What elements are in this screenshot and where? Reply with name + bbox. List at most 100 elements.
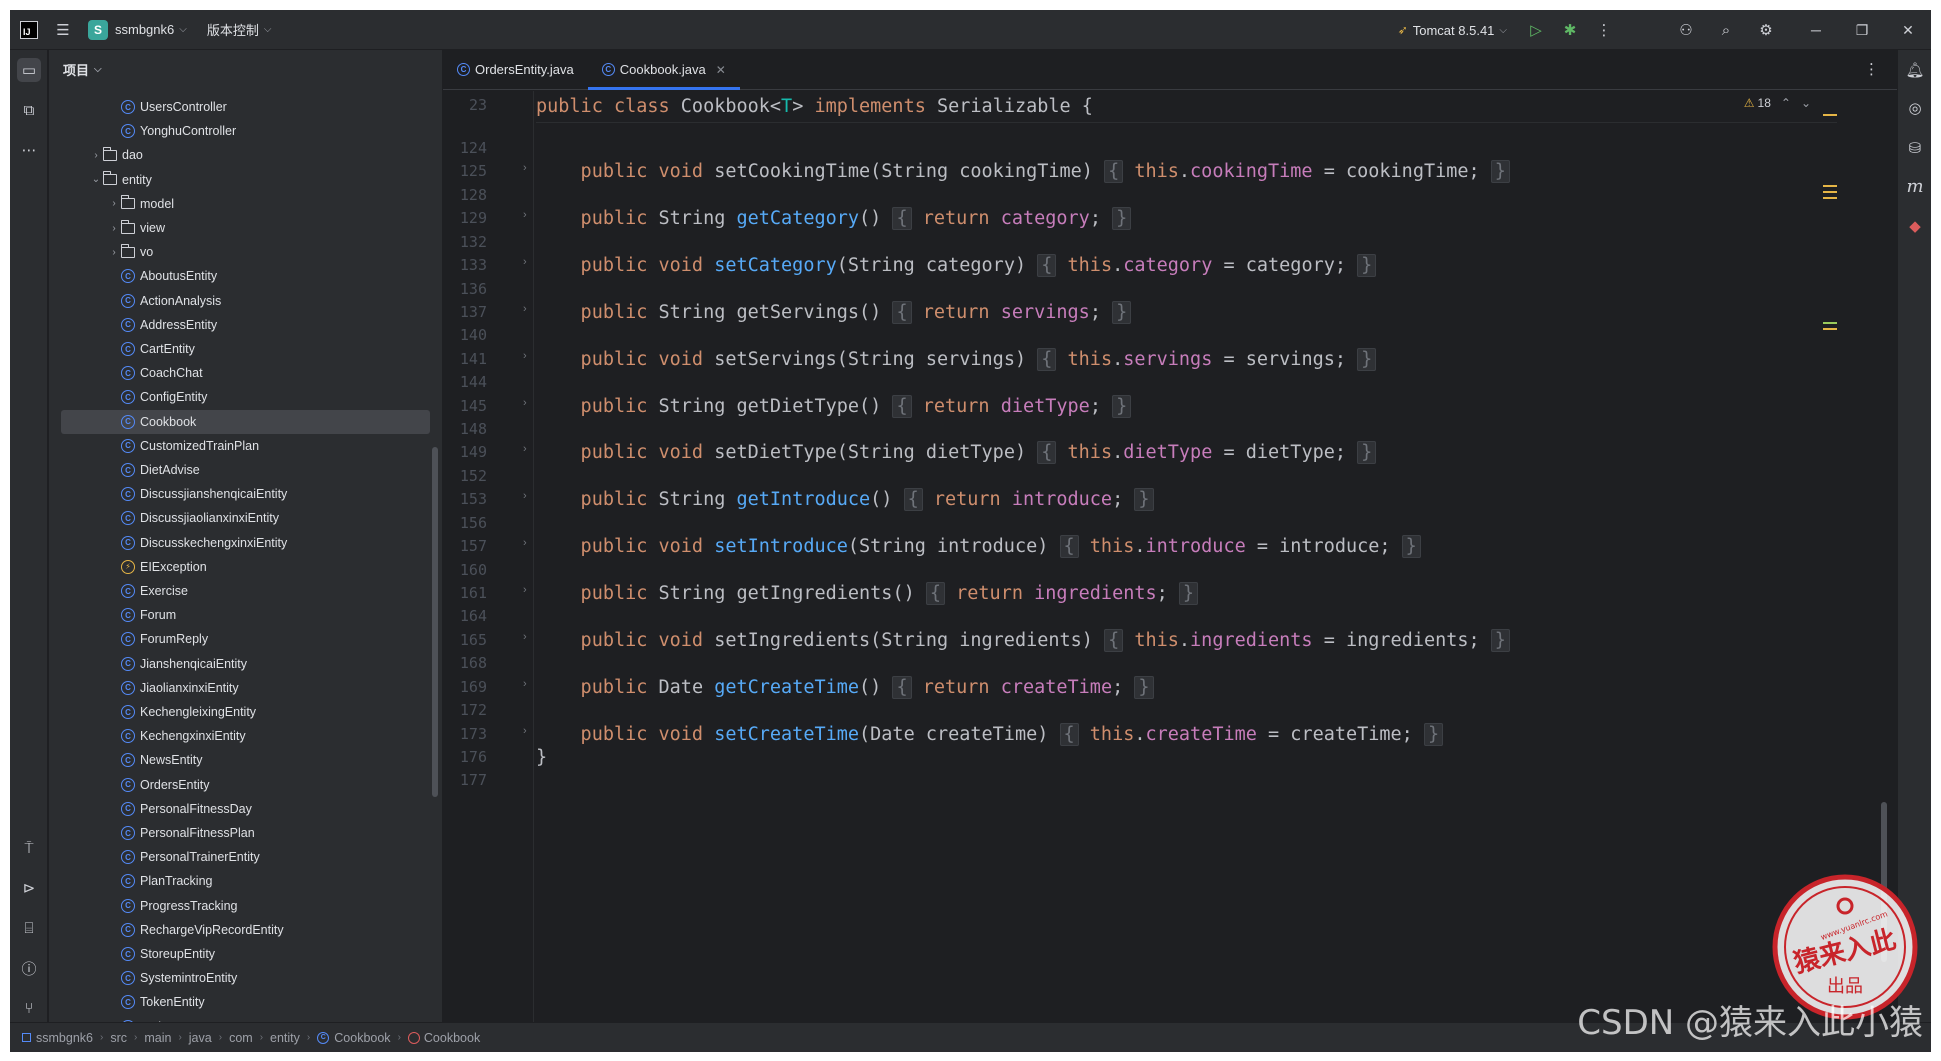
problems-icon[interactable]: ⓘ xyxy=(17,956,41,980)
debug-icon[interactable]: ✱ xyxy=(1559,19,1581,41)
folded-brace[interactable]: { xyxy=(1059,722,1079,746)
folded-brace[interactable]: } xyxy=(1490,628,1510,652)
tree-item[interactable]: C UsersController xyxy=(49,95,430,119)
close-icon[interactable]: ✕ xyxy=(1885,22,1931,39)
tree-item[interactable]: C YonghuController xyxy=(49,119,430,143)
tree-item[interactable]: C DiscusskechengxinxiEntity xyxy=(49,531,430,555)
chevron-down-icon[interactable]: ⌄ xyxy=(89,174,103,185)
maximize-icon[interactable]: ❐ xyxy=(1839,22,1885,39)
ai-assistant-icon[interactable]: ◎ xyxy=(1903,96,1927,120)
chevron-down-icon[interactable]: ⌄ xyxy=(1801,96,1811,110)
breadcrumb-item[interactable]: ssmbgnk6 xyxy=(22,1031,93,1045)
folded-brace[interactable]: { xyxy=(1037,347,1057,371)
minimize-icon[interactable]: ─ xyxy=(1793,22,1839,38)
fold-chevron-icon[interactable]: › xyxy=(523,350,527,362)
tree-item[interactable]: C ConfigEntity xyxy=(49,385,430,409)
folded-brace[interactable]: { xyxy=(1037,254,1057,278)
folded-brace[interactable]: } xyxy=(1178,581,1199,605)
tree-item[interactable]: C DietAdvise xyxy=(49,458,430,482)
folded-brace[interactable]: { xyxy=(903,488,923,512)
folded-brace[interactable]: } xyxy=(1357,254,1377,278)
folded-brace[interactable]: { xyxy=(1104,160,1124,184)
tree-item[interactable]: C KechengleixingEntity xyxy=(49,700,430,724)
folded-brace[interactable]: } xyxy=(1134,675,1154,699)
tree-item[interactable]: ⌄ entity xyxy=(49,168,430,192)
folded-brace[interactable]: { xyxy=(892,207,912,231)
folded-brace[interactable]: { xyxy=(892,394,912,418)
maven-icon[interactable]: m xyxy=(1903,174,1927,198)
tree-item[interactable]: C ActionAnalysis xyxy=(49,289,430,313)
folded-brace[interactable]: { xyxy=(892,300,912,324)
tree-item[interactable]: C DiscussjiaolianxinxiEntity xyxy=(49,506,430,530)
tree-item[interactable]: C PlanTracking xyxy=(49,869,430,893)
tree-item[interactable]: C CartEntity xyxy=(49,337,430,361)
more-actions-icon[interactable]: ⋮ xyxy=(1593,19,1615,41)
tree-item[interactable]: C AddressEntity xyxy=(49,313,430,337)
folded-brace[interactable]: } xyxy=(1134,488,1154,512)
fold-chevron-icon[interactable]: › xyxy=(523,443,527,455)
services-icon[interactable]: ⊳ xyxy=(17,876,41,900)
warning-marker[interactable] xyxy=(1823,185,1837,187)
tree-item[interactable]: C KechengxinxiEntity xyxy=(49,724,430,748)
project-folder-icon[interactable]: ▭ xyxy=(17,58,41,82)
inspection-widget[interactable]: ⚠ 18 ⌃ ⌄ xyxy=(1744,96,1811,110)
tree-item[interactable]: C ProgressTracking xyxy=(49,894,430,918)
tree-item[interactable]: C PersonalFitnessDay xyxy=(49,797,430,821)
folded-brace[interactable]: { xyxy=(1104,628,1124,652)
notifications-bell-icon[interactable]: 🔔︎ xyxy=(1903,58,1927,82)
tree-item[interactable]: C JianshenqicaiEntity xyxy=(49,652,430,676)
structure-icon[interactable]: ⧉ xyxy=(17,98,41,122)
tree-item[interactable]: C Cookbook xyxy=(61,409,430,434)
fold-chevron-icon[interactable]: › xyxy=(523,209,527,221)
tree-item[interactable]: C PersonalFitnessPlan xyxy=(49,821,430,845)
fold-chevron-icon[interactable]: › xyxy=(523,303,527,315)
warning-marker[interactable] xyxy=(1823,114,1837,116)
project-scrollbar[interactable] xyxy=(432,447,438,797)
terminal-icon[interactable]: ⌸ xyxy=(17,916,41,940)
warning-marker[interactable] xyxy=(1823,197,1837,199)
tree-item[interactable]: CTrainDay xyxy=(49,1015,430,1022)
folded-brace[interactable]: { xyxy=(892,675,912,699)
tree-item[interactable]: C NewsEntity xyxy=(49,748,430,772)
code-area[interactable]: 23 public class Cookbook<T> implements Se… xyxy=(469,91,1837,1022)
intellij-logo-icon[interactable]: IJ xyxy=(20,20,38,39)
fold-chevron-icon[interactable]: › xyxy=(523,162,527,174)
tree-item[interactable]: › dao xyxy=(49,143,430,167)
project-switcher[interactable]: S ssmbgnk6 ⌵ xyxy=(88,19,187,40)
tree-item[interactable]: C OrdersEntity xyxy=(49,773,430,797)
tab-options-icon[interactable]: ⋮ xyxy=(1864,60,1879,78)
tree-item[interactable]: C StoreupEntity xyxy=(49,942,430,966)
tree-item[interactable]: › view xyxy=(49,216,430,240)
breadcrumb-item[interactable]: entity xyxy=(270,1031,300,1045)
chevron-right-icon[interactable]: › xyxy=(89,150,103,161)
tree-item[interactable]: C Forum xyxy=(49,603,430,627)
tree-item[interactable]: C Exercise xyxy=(49,579,430,603)
plugin-bird-icon[interactable]: ◆ xyxy=(1903,214,1927,238)
breadcrumb-item[interactable]: main xyxy=(144,1031,171,1045)
tree-item[interactable]: C JiaolianxinxiEntity xyxy=(49,676,430,700)
close-tab-icon[interactable]: ✕ xyxy=(716,63,726,77)
sticky-class-header[interactable]: 23 public class Cookbook<T> implements Se… xyxy=(469,91,1837,123)
build-hammer-icon[interactable]: ⍑ xyxy=(17,836,41,860)
breadcrumb-item[interactable]: java xyxy=(189,1031,212,1045)
tree-item[interactable]: C CoachChat xyxy=(49,361,430,385)
warning-marker[interactable] xyxy=(1823,191,1837,193)
run-config-selector[interactable]: ➶ Tomcat 8.5.41 ⌵ xyxy=(1398,23,1507,38)
tab-orders-entity[interactable]: C OrdersEntity.java xyxy=(443,50,588,89)
fold-chevron-icon[interactable]: › xyxy=(523,631,527,643)
more-tools-icon[interactable]: ⋯ xyxy=(17,138,41,162)
search-icon[interactable]: ⌕ xyxy=(1715,19,1737,41)
tree-item[interactable]: C AboutusEntity xyxy=(49,264,430,288)
folded-brace[interactable]: } xyxy=(1112,207,1132,231)
tree-item[interactable]: C CustomizedTrainPlan xyxy=(49,434,430,458)
git-branch-icon[interactable]: ⑂ xyxy=(17,996,41,1020)
fold-chevron-icon[interactable]: › xyxy=(523,490,527,502)
tree-item[interactable]: C SystemintroEntity xyxy=(49,966,430,990)
warning-marker[interactable] xyxy=(1823,328,1837,330)
folded-brace[interactable]: } xyxy=(1490,160,1510,184)
database-icon[interactable]: ⛁ xyxy=(1903,136,1927,160)
tree-item[interactable]: C TokenEntity xyxy=(49,990,430,1014)
run-icon[interactable]: ▷ xyxy=(1525,19,1547,41)
tree-item[interactable]: C PersonalTrainerEntity xyxy=(49,845,430,869)
project-panel-header[interactable]: 项目 ⌵ xyxy=(49,50,442,88)
